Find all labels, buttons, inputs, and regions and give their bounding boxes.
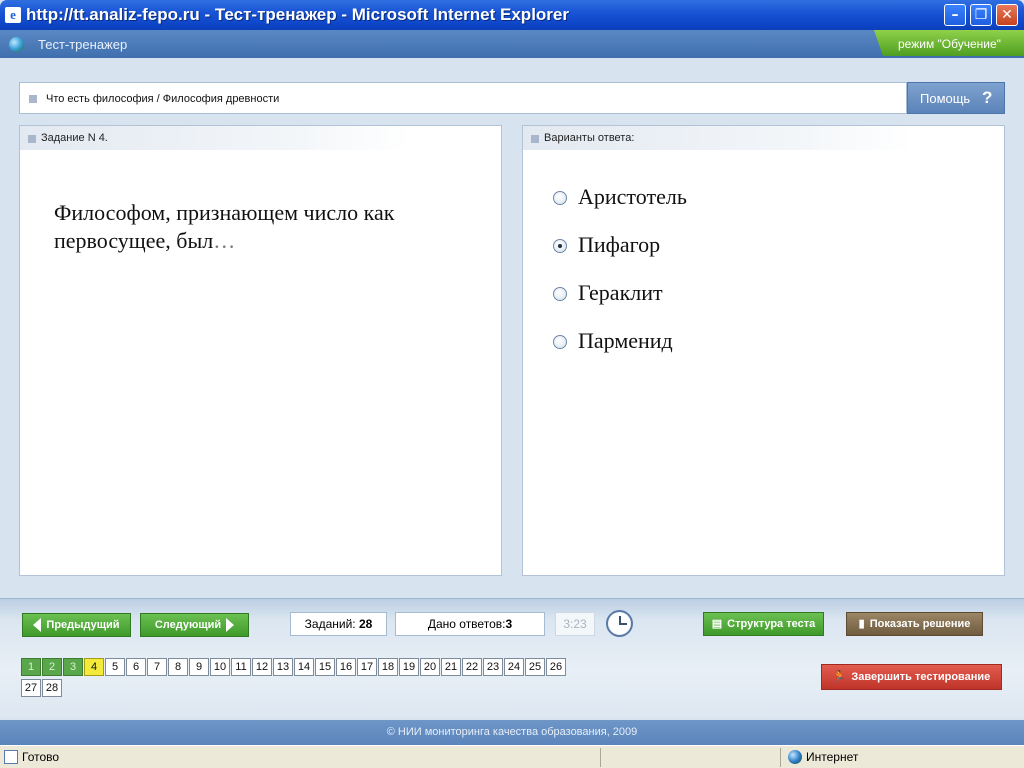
globe-icon: [9, 37, 24, 52]
answers-panel: Варианты ответа: Аристотель Пифагор Гера…: [522, 125, 1005, 576]
task-number-button[interactable]: 23: [483, 658, 503, 676]
task-number-button[interactable]: 22: [462, 658, 482, 676]
task-number-button[interactable]: 26: [546, 658, 566, 676]
question-text: Философом, признающем число как первосущ…: [54, 199, 474, 255]
book-icon: ▮: [858, 618, 865, 630]
task-number-button[interactable]: 24: [504, 658, 524, 676]
radio-button[interactable]: [553, 191, 567, 205]
page-icon: [4, 750, 18, 764]
task-number-button[interactable]: 5: [105, 658, 125, 676]
previous-label: Предыдущий: [46, 619, 120, 631]
bullet-icon: [531, 135, 539, 143]
answer-label[interactable]: Пифагор: [578, 231, 660, 259]
window-title-bar[interactable]: e http://tt.analiz-fepo.ru - Тест-тренаж…: [0, 0, 1024, 30]
tasks-counter-label: Заданий:: [304, 617, 356, 631]
app-title: Тест-тренажер: [38, 37, 128, 52]
task-number-button[interactable]: 16: [336, 658, 356, 676]
task-number-button[interactable]: 3: [63, 658, 83, 676]
document-icon: ▤: [711, 618, 723, 630]
next-label: Следующий: [154, 619, 222, 631]
answer-label[interactable]: Парменид: [578, 327, 673, 355]
task-number-button[interactable]: 9: [189, 658, 209, 676]
task-number-button[interactable]: 6: [126, 658, 146, 676]
answer-label[interactable]: Гераклит: [578, 279, 663, 307]
help-button[interactable]: Помощь ?: [907, 82, 1005, 114]
test-structure-button[interactable]: ▤ Структура теста: [703, 612, 824, 636]
task-number-button[interactable]: 28: [42, 679, 62, 697]
task-number-button[interactable]: 25: [525, 658, 545, 676]
next-button[interactable]: Следующий: [140, 613, 249, 637]
arrow-left-icon: [33, 618, 42, 633]
breadcrumb: Что есть философия / Философия древности: [19, 82, 907, 114]
window-title: http://tt.analiz-fepo.ru - Тест-тренажер…: [26, 5, 569, 24]
finish-testing-label: Завершить тестирование: [851, 671, 991, 683]
radio-button-selected[interactable]: [553, 239, 567, 253]
radio-button[interactable]: [553, 335, 567, 349]
task-number-button[interactable]: 18: [378, 658, 398, 676]
question-ellipsis: …: [213, 228, 236, 253]
task-number-button[interactable]: 7: [147, 658, 167, 676]
task-number-button[interactable]: 17: [357, 658, 377, 676]
task-number-button[interactable]: 20: [420, 658, 440, 676]
help-label: Помощь: [920, 91, 971, 106]
task-number-button[interactable]: 15: [315, 658, 335, 676]
ie-icon: e: [5, 7, 21, 23]
copyright-footer: © НИИ мониторинга качества образования, …: [0, 720, 1024, 745]
show-solution-button[interactable]: ▮ Показать решение: [846, 612, 983, 636]
radio-button[interactable]: [553, 287, 567, 301]
mode-label: режим "Обучение": [898, 37, 1001, 51]
app-header: Тест-тренажер: [0, 30, 1024, 58]
maximize-button[interactable]: ❐: [970, 4, 992, 26]
answers-counter: Дано ответов:3: [395, 612, 545, 636]
arrow-right-icon: [226, 618, 235, 633]
running-man-icon: 🏃: [832, 671, 847, 683]
task-number-button[interactable]: 19: [399, 658, 419, 676]
task-number-button[interactable]: 10: [210, 658, 230, 676]
task-number: Задание N 4.: [41, 132, 108, 144]
task-number-button-current[interactable]: 4: [84, 658, 104, 676]
task-number-button[interactable]: 1: [21, 658, 41, 676]
show-solution-label: Показать решение: [869, 618, 971, 630]
task-number-button[interactable]: 21: [441, 658, 461, 676]
question-mark-icon: ?: [982, 88, 993, 107]
task-number-button[interactable]: 11: [231, 658, 251, 676]
internet-zone-icon: [788, 750, 802, 764]
test-structure-label: Структура теста: [727, 618, 816, 630]
bullet-icon: [28, 135, 36, 143]
status-text: Готово: [22, 750, 60, 764]
tasks-counter: Заданий: 28: [290, 612, 387, 636]
timer-display: 3:23: [555, 612, 595, 636]
answers-panel-header: Варианты ответа:: [523, 126, 913, 150]
status-bar: Готово Интернет: [0, 745, 1024, 768]
tasks-counter-value: 28: [358, 617, 373, 631]
answers-counter-label: Дано ответов:: [427, 617, 506, 631]
task-number-button[interactable]: 27: [21, 679, 41, 697]
bullet-icon: [29, 95, 37, 103]
task-number-button[interactable]: 2: [42, 658, 62, 676]
status-divider: [780, 748, 781, 767]
close-button[interactable]: ✕: [996, 4, 1018, 26]
answers-header-label: Варианты ответа:: [544, 132, 635, 144]
navigation-panel: Предыдущий Следующий Заданий: 28 Дано от…: [0, 598, 1024, 718]
minimize-button[interactable]: –: [944, 4, 966, 26]
main-area: Что есть философия / Философия древности…: [0, 58, 1024, 598]
answer-label[interactable]: Аристотель: [578, 183, 687, 211]
task-panel: Задание N 4. Философом, признающем число…: [19, 125, 502, 576]
mode-badge: режим "Обучение": [874, 30, 1024, 56]
task-number-button[interactable]: 14: [294, 658, 314, 676]
task-number-button[interactable]: 13: [273, 658, 293, 676]
task-number-button[interactable]: 8: [168, 658, 188, 676]
finish-testing-button[interactable]: 🏃 Завершить тестирование: [821, 664, 1002, 690]
previous-button[interactable]: Предыдущий: [22, 613, 131, 637]
answers-counter-value: 3: [505, 617, 513, 631]
task-panel-header: Задание N 4.: [20, 126, 410, 150]
status-divider: [600, 748, 601, 767]
clock-icon: [606, 610, 633, 637]
zone-text: Интернет: [806, 750, 859, 764]
task-number-button[interactable]: 12: [252, 658, 272, 676]
breadcrumb-text: Что есть философия / Философия древности: [46, 93, 280, 105]
